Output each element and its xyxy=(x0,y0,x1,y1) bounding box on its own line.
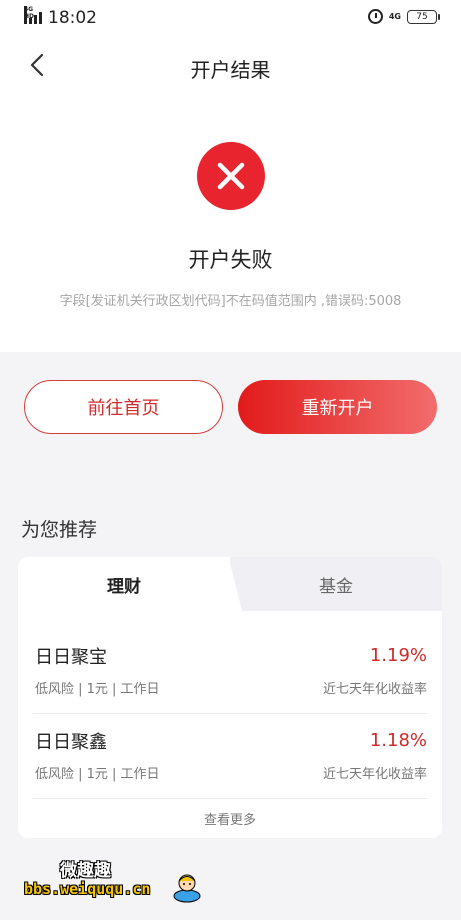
network-tag: 4G HD xyxy=(24,6,35,20)
network-small: 4G xyxy=(388,12,401,21)
status-right: 4G 75 xyxy=(367,9,440,24)
fail-x-icon xyxy=(197,142,265,210)
result-title: 开户失败 xyxy=(188,248,273,272)
status-left: 4G HD 18:02 xyxy=(24,6,97,28)
signal-icon: 4G HD xyxy=(24,6,42,24)
alarm-icon xyxy=(367,9,383,24)
product-tags: 低风险 | 1元 | 工作日 xyxy=(35,767,160,782)
list-item[interactable]: 日日聚鑫 1.18% 低风险 | 1元 | 工作日 近七天年化收益率 xyxy=(18,642,442,782)
nav-bar: 开户结果 xyxy=(0,42,461,90)
status-bar: 4G HD 18:02 4G 75 xyxy=(0,0,461,36)
mascot-icon xyxy=(173,874,201,903)
product-rate: 1.18% xyxy=(369,730,427,751)
recommend-section-title: 为您推荐 xyxy=(21,519,98,541)
view-more-link[interactable]: 查看更多 xyxy=(18,809,442,828)
product-name: 日日聚鑫 xyxy=(35,732,107,753)
watermark-url: bbs.weiququ.cn xyxy=(24,880,151,898)
reopen-account-button[interactable]: 重新开户 xyxy=(238,380,437,434)
item-divider xyxy=(33,798,427,799)
page-title: 开户结果 xyxy=(190,58,271,82)
error-message: 字段[发证机关行政区划代码]不在码值范围内 ,错误码:5008 xyxy=(59,294,402,309)
recommend-card: 理财 基金 日日聚宝 1.19% 低风险 | 1元 | 工作日 近七天年化收益率… xyxy=(18,557,442,838)
battery-icon: 75 xyxy=(407,9,440,24)
product-rate-label: 近七天年化收益率 xyxy=(322,767,427,782)
go-home-button[interactable]: 前往首页 xyxy=(24,380,223,434)
watermark: 微趣趣 bbs.weiququ.cn xyxy=(24,852,224,912)
watermark-title: 微趣趣 xyxy=(60,861,111,881)
list-item[interactable]: 日日聚宝 1.19% 低风险 | 1元 | 工作日 近七天年化收益率 xyxy=(18,557,442,697)
battery-level: 75 xyxy=(416,11,428,22)
status-time: 18:02 xyxy=(48,8,97,28)
